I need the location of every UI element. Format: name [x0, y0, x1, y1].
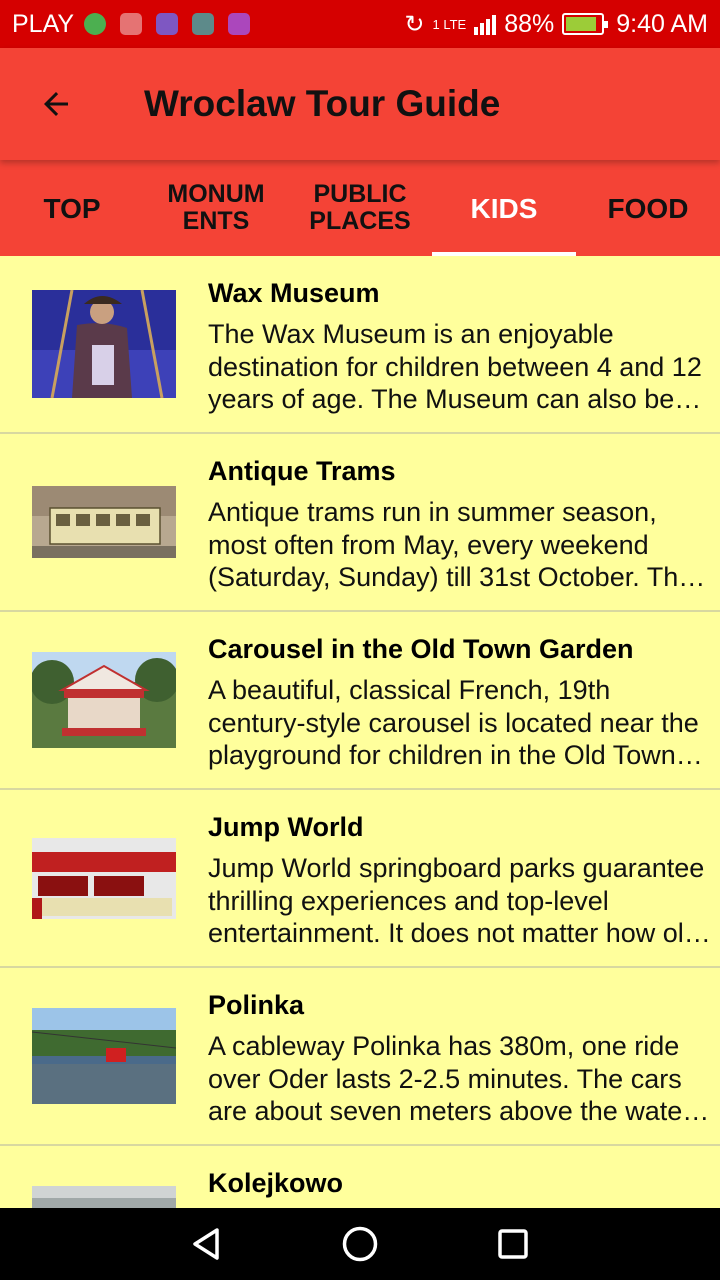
item-title: Polinka	[208, 990, 305, 1020]
item-title: Jump World	[208, 812, 364, 842]
category-tabs: TOP MONUM ENTS PUBLIC PLACES KIDS FOOD	[0, 160, 720, 256]
sync-icon: ↻	[404, 10, 425, 38]
gallery-icon	[228, 13, 251, 35]
item-description: The Wax Museum is an enjoyable destinati…	[208, 319, 702, 414]
list-item[interactable]: Polinka A cableway Polinka has 380m, one…	[0, 968, 720, 1146]
signal-icon	[474, 13, 497, 35]
page-title: Wroclaw Tour Guide	[144, 83, 501, 124]
battery-percent: 88%	[504, 9, 555, 38]
antique-tram-photo	[32, 486, 176, 558]
list-item[interactable]: Kolejkowo	[0, 1146, 720, 1208]
item-title: Carousel in the Old Town Garden	[208, 634, 634, 664]
tab-monuments[interactable]: MONUM ENTS	[144, 160, 288, 256]
list-item[interactable]: Jump World Jump World springboard parks …	[0, 790, 720, 968]
nav-back-button[interactable]	[177, 1214, 237, 1274]
model-railway-photo	[32, 1186, 176, 1208]
nav-home-icon	[342, 1226, 378, 1262]
wax-figure-photo	[32, 290, 176, 398]
tab-label: KIDS	[470, 192, 538, 224]
tab-label: TOP	[43, 192, 101, 224]
carousel-photo	[32, 652, 176, 748]
nav-home-button[interactable]	[330, 1214, 390, 1274]
back-button[interactable]	[0, 48, 112, 160]
nav-recents-button[interactable]	[483, 1214, 543, 1274]
nav-recents-icon	[498, 1229, 529, 1259]
item-description: A cableway Polinka has 380m, one ride ov…	[208, 1031, 692, 1126]
nav-back-icon	[192, 1228, 219, 1260]
cable-car-photo	[32, 1008, 176, 1104]
list-item[interactable]: Carousel in the Old Town Garden A beauti…	[0, 612, 720, 790]
item-title: Antique Trams	[208, 456, 396, 486]
tab-kids[interactable]: KIDS	[432, 160, 576, 256]
item-title: Wax Museum	[208, 278, 380, 308]
tab-top[interactable]: TOP	[0, 160, 144, 256]
tab-public-places[interactable]: PUBLIC PLACES	[288, 160, 432, 256]
trampoline-park-photo	[32, 838, 176, 919]
carrier-label: PLAY	[12, 9, 75, 38]
attraction-list: Wax Museum The Wax Museum is an enjoyabl…	[0, 256, 720, 1208]
clock: 9:40 AM	[616, 9, 708, 38]
tab-label: MONUM ENTS	[167, 180, 265, 235]
item-description: Antique trams run in summer season, most…	[208, 497, 694, 592]
tab-label: FOOD	[607, 192, 689, 224]
globe-icon	[84, 13, 107, 35]
network-type: 1 LTE	[432, 16, 467, 32]
android-icon	[192, 13, 215, 35]
tab-label: PUBLIC PLACES	[309, 180, 411, 235]
list-item[interactable]: Wax Museum The Wax Museum is an enjoyabl…	[0, 256, 720, 434]
item-description: A beautiful, classical French, 19th cent…	[208, 675, 699, 770]
mail-icon	[120, 13, 143, 35]
list-item[interactable]: Antique Trams Antique trams run in summe…	[0, 434, 720, 612]
status-bar: PLAY ↻ 1 LTE 88% 9:40 AM	[0, 0, 720, 48]
item-title: Kolejkowo	[208, 1168, 344, 1198]
system-nav-bar	[0, 1208, 720, 1280]
tab-food[interactable]: FOOD	[576, 160, 720, 256]
battery-icon	[562, 13, 609, 35]
app-bar: Wroclaw Tour Guide	[0, 48, 720, 160]
app-icon	[156, 13, 179, 35]
arrow-left-icon	[44, 92, 68, 116]
item-description: Jump World springboard parks guarantee t…	[208, 853, 705, 948]
